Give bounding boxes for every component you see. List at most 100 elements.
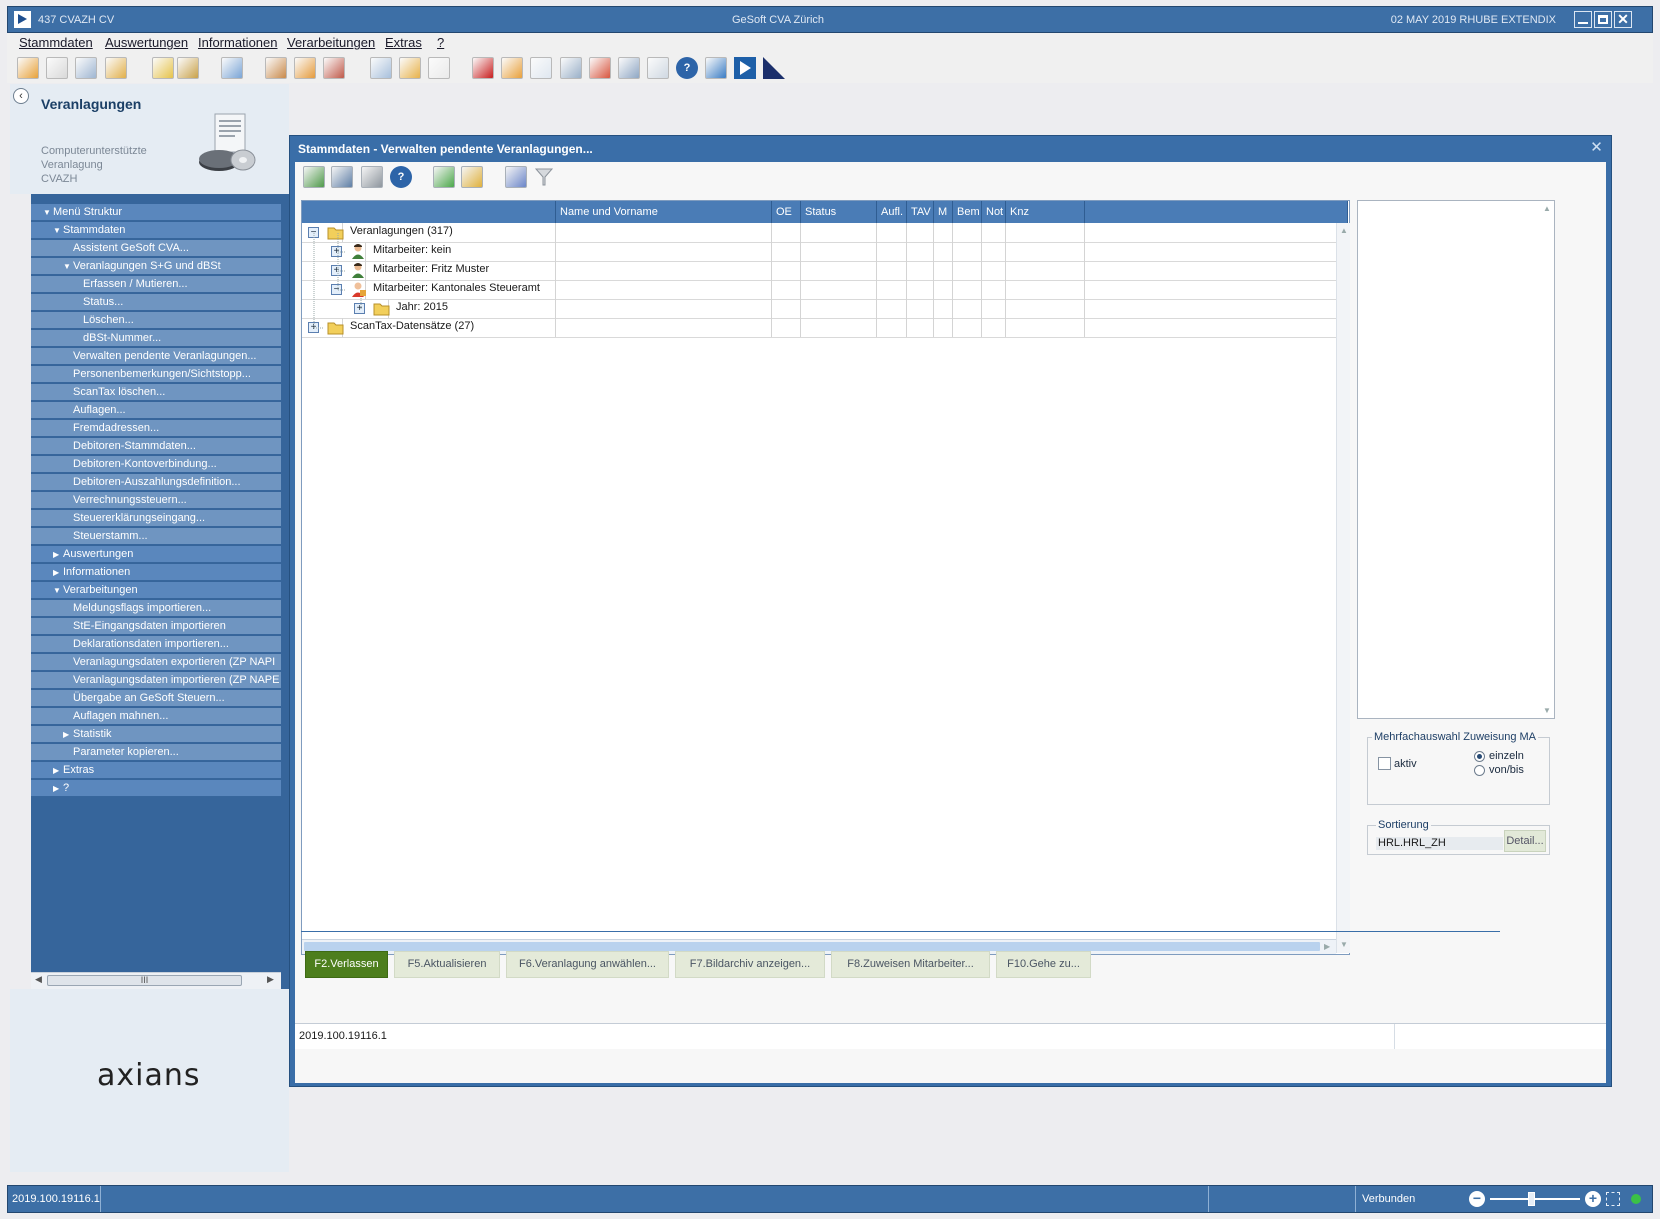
column-header[interactable]: Name und Vorname xyxy=(556,201,772,223)
navy-flag-icon[interactable] xyxy=(763,57,785,79)
help-icon[interactable]: ? xyxy=(676,57,698,79)
sidebar-item[interactable]: Löschen... xyxy=(31,312,281,329)
sidebar-item[interactable]: Parameter kopieren... xyxy=(31,744,281,761)
column-header[interactable]: Knz xyxy=(1006,201,1085,223)
export-grid-icon[interactable] xyxy=(303,166,325,188)
sidebar-item[interactable]: Veranlagungsdaten importieren (ZP NAPE xyxy=(31,672,281,689)
help-icon[interactable]: ? xyxy=(390,166,412,188)
menu-help[interactable]: ? xyxy=(437,35,444,50)
scroll-down-icon[interactable]: ▼ xyxy=(1340,940,1348,949)
sidebar-item[interactable]: Personenbemerkungen/Sichtstopp... xyxy=(31,366,281,383)
column-header[interactable]: TAV xyxy=(907,201,934,223)
sidebar-item[interactable]: ▶? xyxy=(31,780,281,797)
scroll-up-icon[interactable]: ▲ xyxy=(1340,226,1348,235)
sidebar-item[interactable]: ▶ Extras xyxy=(31,762,281,779)
sidebar-item[interactable]: Übergabe an GeSoft Steuern... xyxy=(31,690,281,707)
sort-detail-button[interactable]: Detail... xyxy=(1504,830,1546,852)
collapse-sidebar-button[interactable]: ‹ xyxy=(13,88,29,104)
wand-icon[interactable] xyxy=(461,166,483,188)
magic-wand-icon[interactable] xyxy=(152,57,174,79)
tree-row[interactable]: − Veranlagungen (317) xyxy=(302,223,1336,243)
column-header[interactable]: Not xyxy=(982,201,1006,223)
maximize-button[interactable] xyxy=(1594,11,1612,28)
assessment-status-icon[interactable] xyxy=(75,57,97,79)
go-to-button[interactable]: F10.Gehe zu... xyxy=(996,951,1091,978)
fit-screen-icon[interactable] xyxy=(1606,1192,1620,1206)
tree-row[interactable]: + Jahr: 2015 xyxy=(302,299,1336,319)
column-header[interactable]: M xyxy=(934,201,953,223)
grid-scrollbar-thumb[interactable] xyxy=(304,942,1320,951)
person-search-icon[interactable] xyxy=(265,57,287,79)
exit-button[interactable]: F2.Verlassen xyxy=(305,951,388,978)
select-assessment-button[interactable]: F6.Veranlagung anwählen... xyxy=(506,951,669,978)
scrollbar-thumb[interactable]: III xyxy=(47,975,242,986)
checklist-icon[interactable] xyxy=(530,57,552,79)
refresh-button[interactable]: F5.Aktualisieren xyxy=(394,951,500,978)
tree-row[interactable]: + ScanTax-Datensätze (27) xyxy=(302,318,1336,338)
sidebar-item[interactable]: ▼ Stammdaten xyxy=(31,222,281,239)
tree-row[interactable]: − Mitarbeiter: Kantonales Steueramt xyxy=(302,280,1336,300)
tree-row[interactable]: + Mitarbeiter: Fritz Muster xyxy=(302,261,1336,281)
sidebar-horizontal-scrollbar[interactable]: ◀ III ▶ xyxy=(31,972,281,989)
sidebar-item[interactable]: Auflagen mahnen... xyxy=(31,708,281,725)
column-header[interactable]: Aufl. xyxy=(877,201,907,223)
sidebar-item[interactable]: Debitoren-Auszahlungsdefinition... xyxy=(31,474,281,491)
search-persons-icon[interactable] xyxy=(177,57,199,79)
sidebar-item[interactable]: dBSt-Nummer... xyxy=(31,330,281,347)
red-book-icon[interactable] xyxy=(472,57,494,79)
zoom-in-button[interactable]: + xyxy=(1585,1191,1601,1207)
sidebar-item[interactable]: ScanTax löschen... xyxy=(31,384,281,401)
menu-informationen[interactable]: Informationen xyxy=(198,35,278,50)
grid-vertical-scrollbar[interactable]: ▲ ▼ xyxy=(1336,223,1350,953)
sidebar-item[interactable]: Erfassen / Mutieren... xyxy=(31,276,281,293)
print-network-icon[interactable] xyxy=(618,57,640,79)
column-header[interactable]: OE xyxy=(772,201,801,223)
tree-row[interactable]: + Mitarbeiter: kein xyxy=(302,242,1336,262)
export-icon[interactable] xyxy=(370,57,392,79)
blue-flag-icon[interactable] xyxy=(734,57,756,79)
preview-icon[interactable] xyxy=(647,57,669,79)
new-assessment-icon[interactable] xyxy=(17,57,39,79)
column-header[interactable] xyxy=(1085,201,1348,223)
scroll-right-icon[interactable]: ▶ xyxy=(267,974,274,985)
sidebar-item[interactable]: Auflagen... xyxy=(31,402,281,419)
menu-extras[interactable]: Extras xyxy=(385,35,422,50)
sidebar-item[interactable]: Veranlagungsdaten exportieren (ZP NAPI xyxy=(31,654,281,671)
zoom-slider[interactable] xyxy=(1490,1198,1580,1200)
column-header[interactable] xyxy=(302,201,556,223)
edit-assessment-icon[interactable] xyxy=(46,57,68,79)
sidebar-item[interactable]: Verwalten pendente Veranlagungen... xyxy=(31,348,281,365)
assessment-note-icon[interactable] xyxy=(105,57,127,79)
scroll-up-icon[interactable]: ▲ xyxy=(1543,204,1551,213)
sidebar-item[interactable]: Status... xyxy=(31,294,281,311)
document-icon[interactable] xyxy=(428,57,450,79)
sidebar-item[interactable]: Debitoren-Kontoverbindung... xyxy=(31,456,281,473)
dialog-close-button[interactable]: ✕ xyxy=(1588,139,1605,156)
scroll-down-icon[interactable]: ▼ xyxy=(1543,706,1551,715)
print-icon[interactable] xyxy=(361,166,383,188)
von-bis-radio[interactable] xyxy=(1474,765,1485,776)
sidebar-item[interactable]: Steuerstamm... xyxy=(31,528,281,545)
calendar-icon[interactable] xyxy=(589,57,611,79)
package-icon[interactable] xyxy=(501,57,523,79)
aktiv-checkbox[interactable] xyxy=(1378,757,1391,770)
menu-stammdaten[interactable]: Stammdaten xyxy=(19,35,93,50)
menu-auswertungen[interactable]: Auswertungen xyxy=(105,35,188,50)
sidebar-item[interactable]: StE-Eingangsdaten importieren xyxy=(31,618,281,635)
minimize-button[interactable] xyxy=(1574,11,1592,28)
transfer-icon[interactable] xyxy=(221,57,243,79)
sidebar-item[interactable]: Assistent GeSoft CVA... xyxy=(31,240,281,257)
show-image-archive-button[interactable]: F7.Bildarchiv anzeigen... xyxy=(675,951,825,978)
sidebar-item[interactable]: ▶ Informationen xyxy=(31,564,281,581)
sidebar-item[interactable]: Debitoren-Stammdaten... xyxy=(31,438,281,455)
refresh-icon[interactable] xyxy=(705,57,727,79)
import-icon[interactable] xyxy=(399,57,421,79)
zoom-out-button[interactable]: − xyxy=(1469,1191,1485,1207)
sidebar-item[interactable]: Steuererklärungseingang... xyxy=(31,510,281,527)
refresh-icon[interactable] xyxy=(505,166,527,188)
sidebar-item[interactable]: Fremdadressen... xyxy=(31,420,281,437)
column-header[interactable]: Bem xyxy=(953,201,982,223)
sidebar-item[interactable]: Meldungsflags importieren... xyxy=(31,600,281,617)
calculator-icon[interactable] xyxy=(560,57,582,79)
sidebar-item[interactable]: ▶ Auswertungen xyxy=(31,546,281,563)
